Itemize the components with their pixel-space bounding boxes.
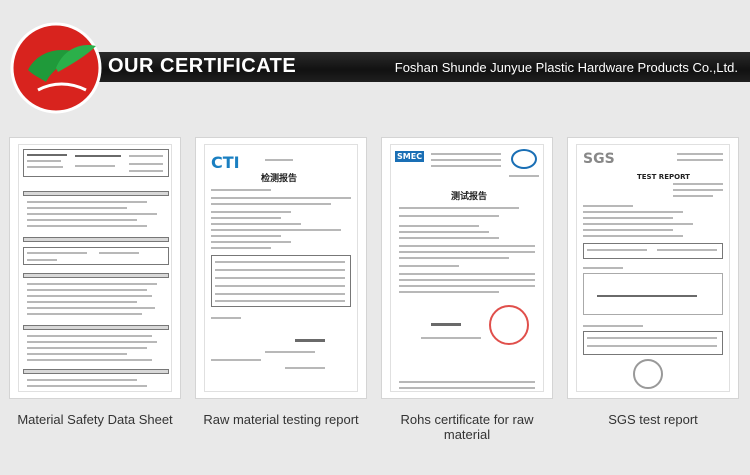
company-logo-icon [10,22,102,114]
msds-document-image [18,144,172,392]
sgs-logo-text: SGS [583,151,615,167]
certification-seal-icon [511,149,537,169]
page-title: OUR CERTIFICATE [108,55,297,77]
sample-photo [583,273,723,315]
certificate-card-smec[interactable]: SMEC 测试报告 [382,138,552,398]
certificate-card-sgs[interactable]: SGS TEST REPORT [568,138,738,398]
sgs-seal-icon [633,359,663,389]
company-name: Foshan Shunde Junyue Plastic Hardware Pr… [394,60,738,75]
page-header: OUR CERTIFICATE Foshan Shunde Junyue Pla… [0,0,750,114]
sgs-document-image: SGS TEST REPORT [576,144,730,392]
certificate-label-msds: Material Safety Data Sheet [17,412,173,427]
certificate-label-sgs: SGS test report [608,412,698,427]
cti-logo-text: CTI [211,153,240,172]
certificate-card-cti[interactable]: CTI 检测报告 [196,138,366,398]
certificate-label-smec: Rohs certificate for raw material [400,412,534,442]
cti-document-title: 检测报告 [261,174,298,184]
certificate-card-msds[interactable] [10,138,180,398]
smec-logo-text: SMEC [395,151,425,162]
cti-document-image: CTI 检测报告 [204,144,358,392]
smec-document-image: SMEC 测试报告 [390,144,544,392]
sgs-document-title: TEST REPORT [637,173,690,181]
smec-document-title: 测试报告 [451,192,488,202]
certificate-label-cti: Raw material testing report [203,412,359,427]
red-stamp-icon [489,305,529,345]
